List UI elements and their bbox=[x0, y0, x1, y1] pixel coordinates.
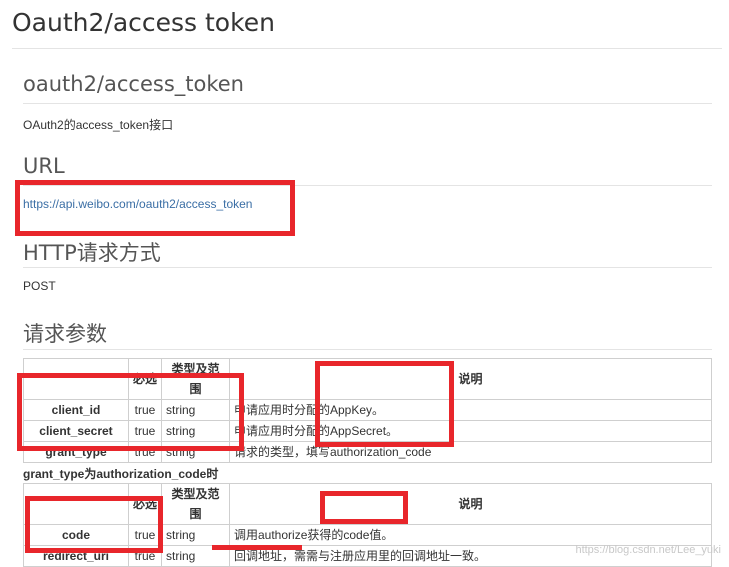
param-type: string bbox=[161, 524, 230, 546]
section-divider bbox=[23, 349, 712, 350]
param-description: 申请应用时分配的AppKey。 bbox=[229, 399, 712, 421]
api-description: OAuth2的access_token接口 bbox=[23, 118, 174, 132]
section-divider bbox=[23, 267, 712, 268]
header-description: 说明 bbox=[229, 483, 712, 525]
header-description: 说明 bbox=[229, 358, 712, 400]
watermark: https://blog.csdn.net/Lee_yuki bbox=[575, 544, 721, 556]
params-heading: 请求参数 bbox=[23, 322, 107, 346]
param-description: 请求的类型，填写authorization_code bbox=[229, 441, 712, 463]
param-description: 申请应用时分配的AppSecret。 bbox=[229, 420, 712, 442]
method-heading: HTTP请求方式 bbox=[23, 241, 161, 265]
api-name-heading: oauth2/access_token bbox=[23, 72, 244, 96]
url-heading: URL bbox=[23, 154, 65, 178]
http-method: POST bbox=[23, 279, 56, 293]
page-title: Oauth2/access token bbox=[12, 8, 275, 37]
annotation-underline bbox=[212, 545, 302, 550]
annotation-box-param-names bbox=[17, 373, 244, 451]
title-divider bbox=[12, 48, 722, 49]
header-type: 类型及范围 bbox=[161, 483, 230, 525]
annotation-box-code-value bbox=[320, 491, 408, 524]
section-divider bbox=[23, 103, 712, 104]
annotation-box-param-desc bbox=[315, 361, 454, 447]
param-description: 调用authorize获得的code值。 bbox=[229, 524, 712, 546]
annotation-box-sub-param-names bbox=[25, 496, 163, 553]
subsection-heading: grant_type为authorization_code时 bbox=[23, 467, 219, 481]
annotation-box-url bbox=[15, 180, 295, 236]
